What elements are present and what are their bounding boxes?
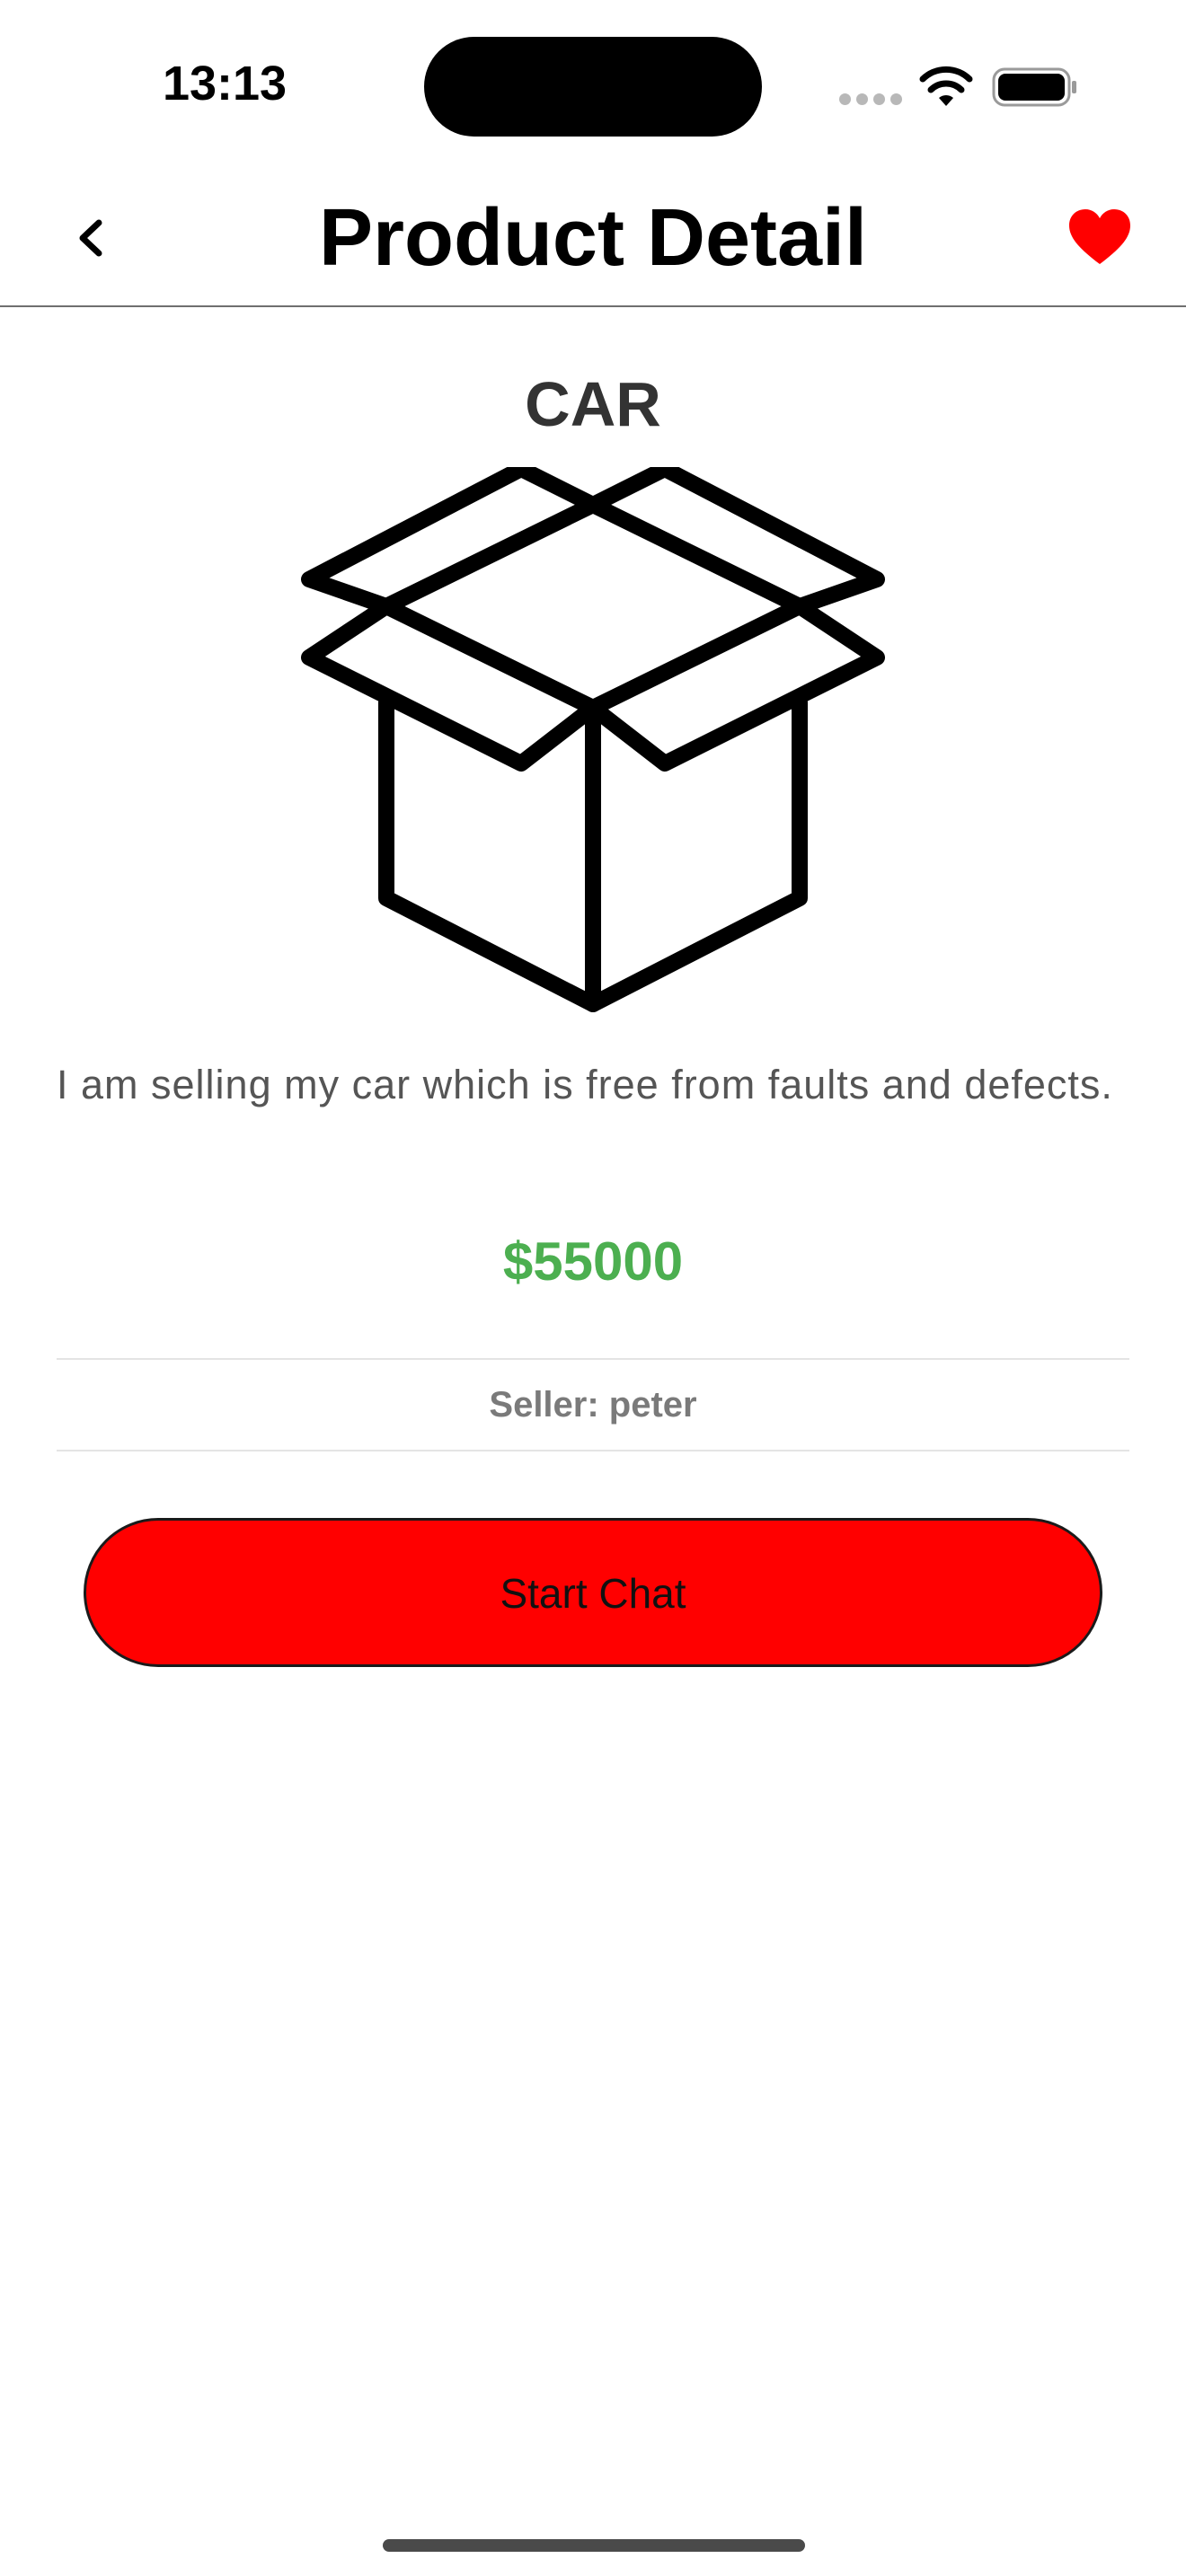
navigation-bar: Product Detail xyxy=(0,171,1186,307)
cellular-signal-icon xyxy=(839,93,902,106)
status-bar: 13:13 xyxy=(0,0,1186,171)
divider xyxy=(57,1358,1129,1360)
back-button[interactable] xyxy=(63,207,120,269)
product-price: $55000 xyxy=(502,1231,684,1292)
start-chat-button[interactable]: Start Chat xyxy=(84,1518,1102,1667)
product-description: I am selling my car which is free from f… xyxy=(57,1062,1113,1107)
product-name: CAR xyxy=(525,369,661,439)
status-time: 13:13 xyxy=(162,57,288,110)
page-title: Product Detail xyxy=(318,193,868,283)
wifi-icon xyxy=(919,66,973,106)
favorite-button[interactable] xyxy=(1066,207,1134,269)
home-indicator[interactable] xyxy=(383,2539,805,2552)
chevron-left-icon xyxy=(79,219,102,257)
divider xyxy=(57,1450,1129,1451)
seller-info: Seller: peter xyxy=(489,1385,697,1425)
dynamic-island xyxy=(424,37,762,137)
heart-icon xyxy=(1069,209,1130,264)
open-box-icon xyxy=(301,467,885,1012)
battery-icon xyxy=(992,67,1076,107)
